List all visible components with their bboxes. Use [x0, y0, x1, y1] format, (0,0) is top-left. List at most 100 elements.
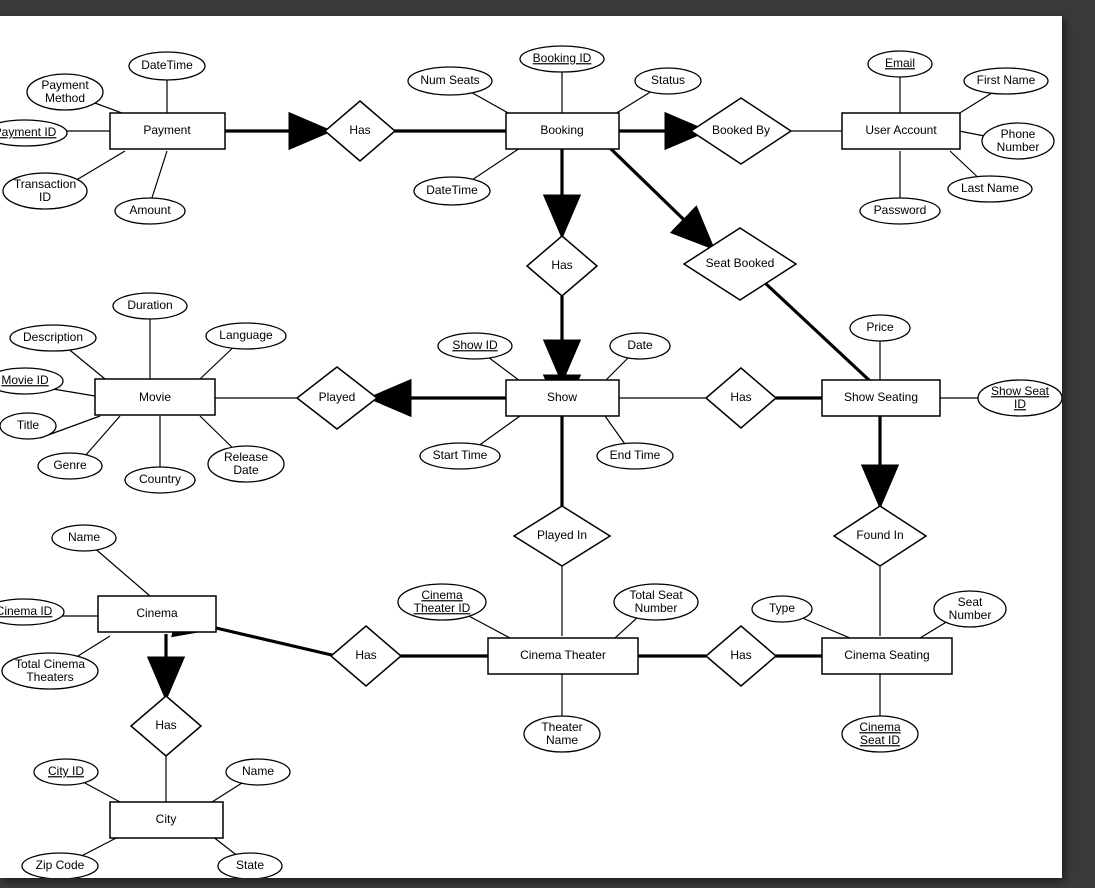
- rel-seat-booked: Seat Booked: [684, 228, 796, 300]
- entity-label: Cinema Seating: [844, 648, 929, 662]
- attr-label: Title: [17, 418, 40, 432]
- attr-label: ID: [39, 190, 51, 204]
- rel-cinema-has-city: Has: [131, 696, 201, 756]
- attr-payment-method: PaymentMethod: [27, 74, 103, 110]
- attr-transaction-id: TransactionID: [3, 173, 87, 209]
- attr-label: Payment ID: [0, 125, 57, 139]
- attr-duration: Duration: [113, 293, 187, 319]
- rel-label: Booked By: [712, 123, 770, 137]
- entity-show-seating: Show Seating: [822, 380, 940, 416]
- attr-zip-code: Zip Code: [22, 853, 98, 878]
- attr-language: Language: [206, 323, 286, 349]
- attr-seat-number: SeatNumber: [934, 591, 1006, 627]
- attr-payment-datetime: DateTime: [129, 52, 205, 80]
- attr-password: Password: [860, 198, 940, 224]
- entity-label: Cinema Theater: [520, 648, 606, 662]
- attr-label: Movie ID: [1, 373, 49, 387]
- attr-label: Country: [139, 472, 181, 486]
- attr-label: Email: [885, 56, 915, 70]
- attr-payment-amount: Amount: [115, 198, 185, 224]
- attr-payment-id: Payment ID: [0, 120, 67, 146]
- attr-description: Description: [10, 325, 96, 351]
- attr-cinema-name: Name: [52, 525, 116, 551]
- attr-label: Method: [45, 91, 85, 105]
- attr-label: Date: [233, 463, 259, 477]
- attr-label: Last Name: [961, 181, 1019, 195]
- attr-label: Total Cinema: [15, 657, 85, 671]
- entity-booking: Booking: [506, 113, 619, 149]
- attr-email: Email: [868, 51, 932, 77]
- attr-type: Type: [752, 596, 812, 622]
- rel-label: Played In: [537, 528, 587, 542]
- attr-booking-datetime: DateTime: [414, 177, 490, 205]
- attr-total-seat-number: Total SeatNumber: [614, 584, 698, 620]
- attr-phone-number: PhoneNumber: [982, 123, 1054, 159]
- entity-label: Payment: [143, 123, 191, 137]
- rel-cinema-has-theater: Has: [331, 626, 401, 686]
- attr-label: Zip Code: [36, 858, 85, 872]
- attr-num-seats: Num Seats: [408, 67, 492, 95]
- rel-payment-has: Has: [325, 101, 395, 161]
- attr-cinema-theater-id: CinemaTheater ID: [398, 584, 486, 620]
- attr-label: Name: [546, 733, 578, 747]
- attr-label: First Name: [977, 73, 1036, 87]
- attr-show-id: Show ID: [438, 333, 512, 359]
- attr-booking-id: Booking ID: [520, 46, 604, 72]
- attr-label: Total Seat: [629, 588, 683, 602]
- attr-label: Phone: [1001, 127, 1036, 141]
- entity-label: Show Seating: [844, 390, 918, 404]
- attr-cinema-seat-id: CinemaSeat ID: [842, 716, 918, 752]
- attr-label: DateTime: [141, 58, 193, 72]
- attr-end-time: End Time: [597, 443, 673, 469]
- attr-label: Password: [874, 203, 927, 217]
- attr-last-name: Last Name: [948, 176, 1032, 202]
- entity-label: Cinema: [136, 606, 178, 620]
- attr-genre: Genre: [38, 453, 102, 479]
- rel-played: Played: [297, 367, 377, 429]
- attr-label: Seat: [958, 595, 983, 609]
- attr-label: Price: [866, 320, 894, 334]
- rel-label: Has: [551, 258, 572, 272]
- attr-label: Transaction: [14, 177, 76, 191]
- attr-label: Show Seat: [991, 384, 1050, 398]
- diagram-page: Payment Booking User Account Movie Show …: [0, 16, 1062, 878]
- attr-label: Theater ID: [414, 601, 471, 615]
- rel-show-has-seating: Has: [706, 368, 776, 428]
- entity-city: City: [110, 802, 223, 838]
- attr-label: City ID: [48, 764, 84, 778]
- attr-booking-status: Status: [635, 68, 701, 94]
- attr-label: Name: [68, 530, 100, 544]
- er-diagram: Payment Booking User Account Movie Show …: [0, 16, 1062, 878]
- entity-label: Movie: [139, 390, 171, 404]
- attr-label: Cinema: [859, 720, 901, 734]
- attr-label: End Time: [610, 448, 661, 462]
- attr-total-theaters: Total CinemaTheaters: [2, 653, 98, 689]
- attr-label: Seat ID: [860, 733, 900, 747]
- attr-label: Language: [219, 328, 273, 342]
- rel-found-in: Found In: [834, 506, 926, 566]
- attr-label: Duration: [127, 298, 172, 312]
- attr-label: Num Seats: [420, 73, 479, 87]
- attr-city-id: City ID: [34, 759, 98, 785]
- attr-label: Number: [997, 140, 1040, 154]
- attr-label: Theaters: [26, 670, 73, 684]
- entity-movie: Movie: [95, 379, 215, 415]
- entity-show: Show: [506, 380, 619, 416]
- rel-booking-has-show: Has: [527, 236, 597, 296]
- attr-label: Genre: [53, 458, 87, 472]
- attr-movie-id: Movie ID: [0, 368, 63, 394]
- rel-label: Has: [349, 123, 370, 137]
- rel-label: Has: [155, 718, 176, 732]
- attr-label: ID: [1014, 397, 1026, 411]
- attr-label: Start Time: [433, 448, 488, 462]
- rel-theater-has-seating: Has: [706, 626, 776, 686]
- attr-label: DateTime: [426, 183, 478, 197]
- entity-user-account: User Account: [842, 113, 960, 149]
- attr-label: Cinema: [421, 588, 463, 602]
- attr-release-date: ReleaseDate: [208, 446, 284, 482]
- attr-cinema-id: Cinema ID: [0, 599, 64, 625]
- rel-label: Has: [730, 648, 751, 662]
- attr-label: Type: [769, 601, 795, 615]
- entity-cinema: Cinema: [98, 596, 216, 632]
- attr-label: Name: [242, 764, 274, 778]
